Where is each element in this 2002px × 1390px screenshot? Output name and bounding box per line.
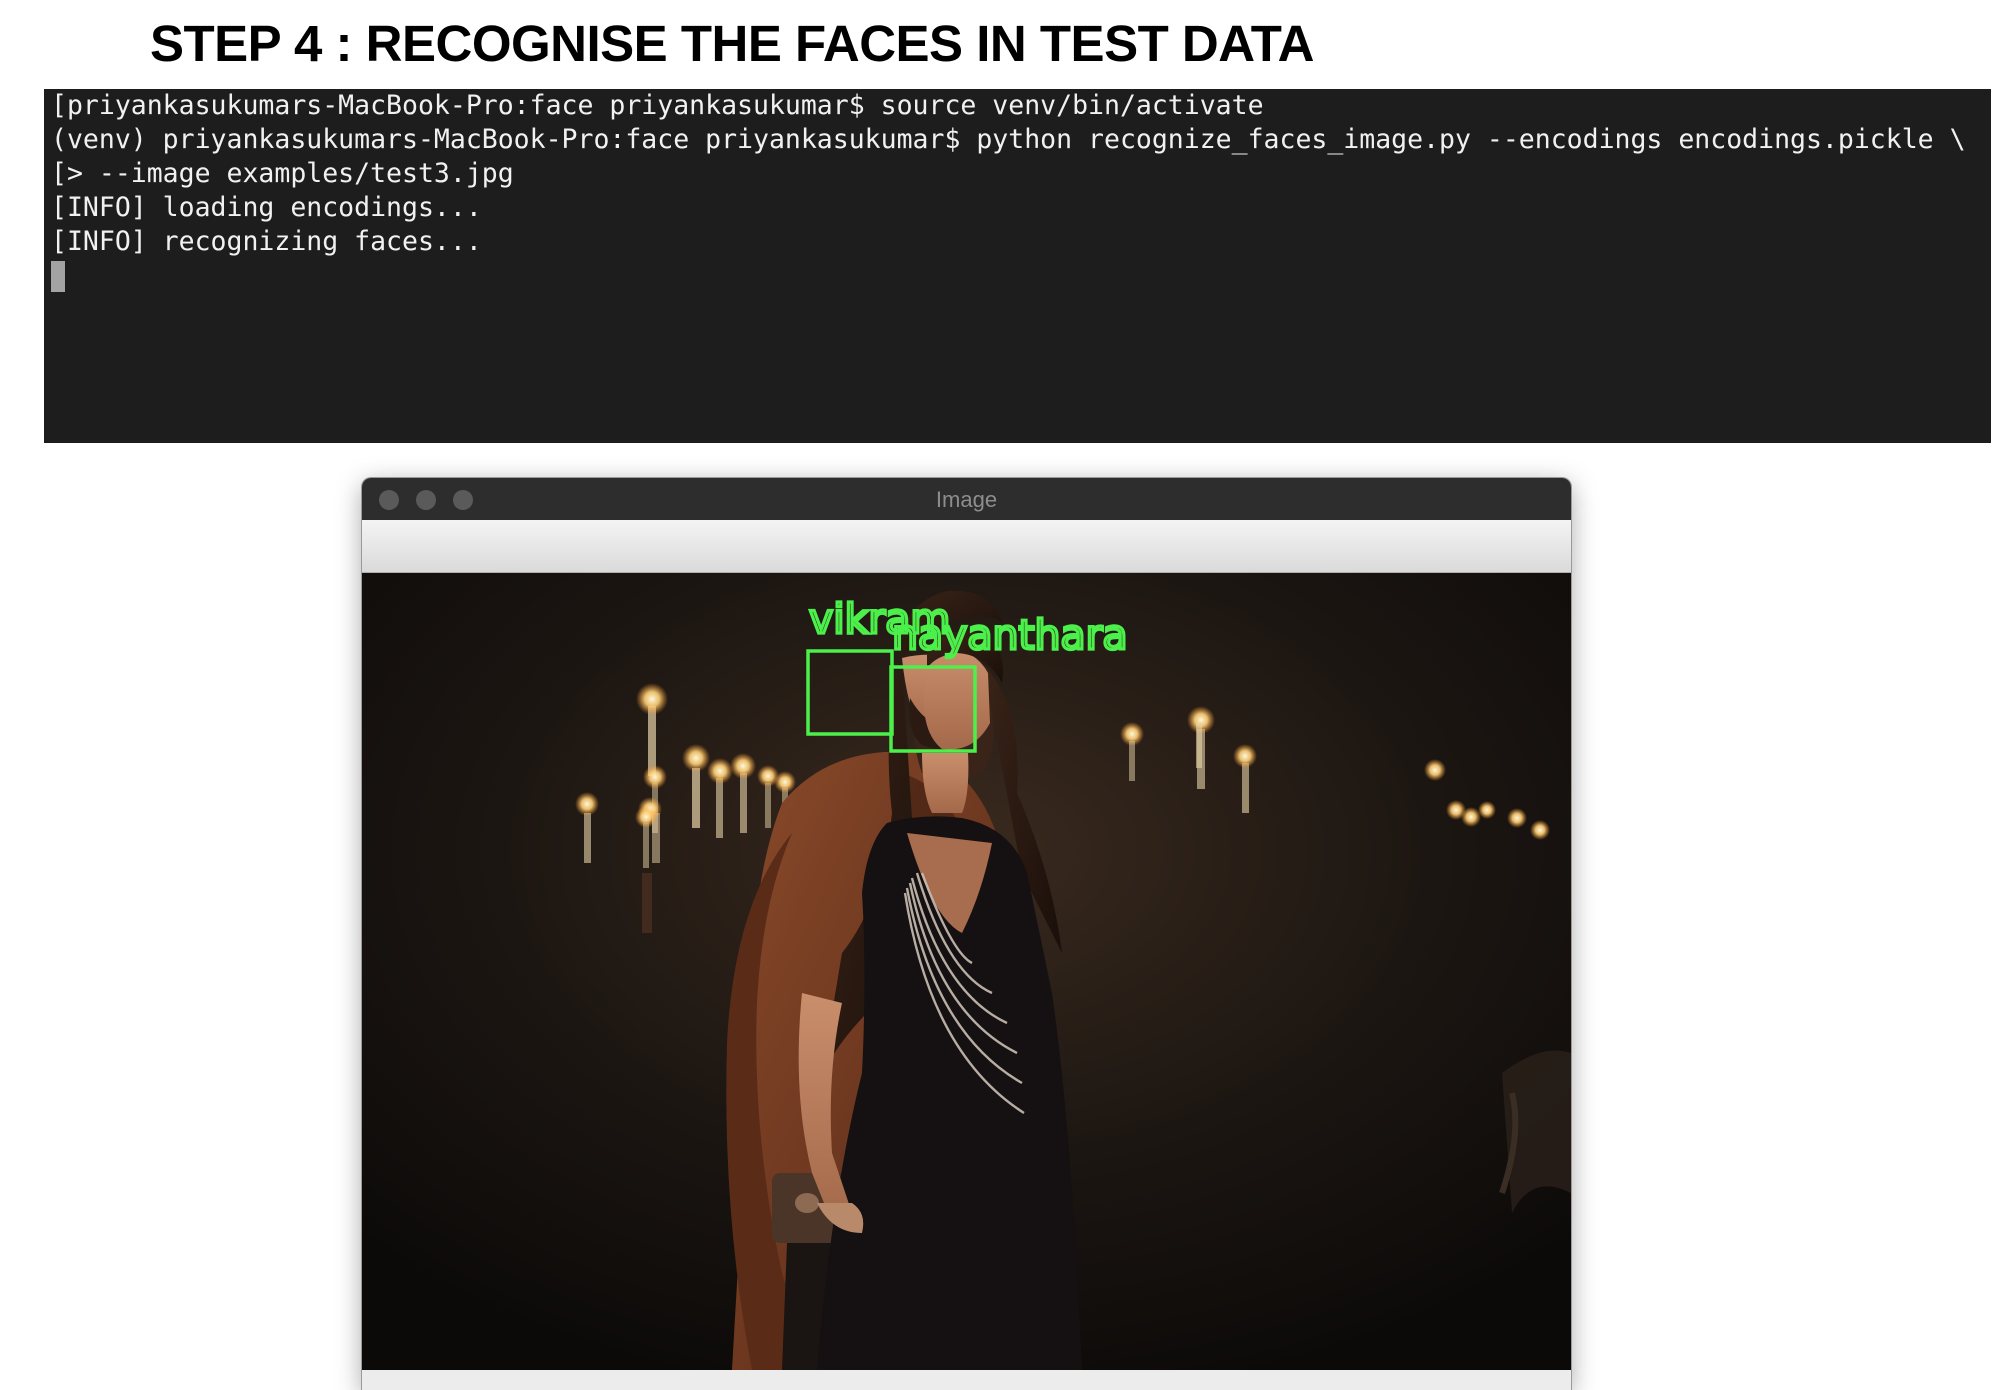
photo-canvas: vikram nayanthara [362,573,1571,1370]
image-viewer-window: Image vikram nayanthara [362,478,1571,1390]
terminal-line-1: [priyankasukumars-MacBook-Pro:face priya… [51,90,1264,121]
terminal-window[interactable]: [priyankasukumars-MacBook-Pro:face priya… [44,89,1991,443]
terminal-line-4: [INFO] loading encodings... [51,192,482,223]
window-title: Image [935,487,998,512]
page-heading: STEP 4 : RECOGNISE THE FACES IN TEST DAT… [150,15,1314,72]
terminal-line-2: (venv) priyankasukumars-MacBook-Pro:face… [51,124,1966,155]
window-bottom-strip [362,1370,1571,1390]
window-titlebar[interactable]: Image [362,478,1571,520]
terminal-line-5: [INFO] recognizing faces... [51,226,482,257]
recognition-result-image: vikram nayanthara [362,573,1571,1370]
nayanthara-face-label: nayanthara [892,611,1128,659]
terminal-line-3: [> --image examples/test3.jpg [51,158,514,189]
window-toolbar [362,520,1571,573]
terminal-cursor [51,261,65,292]
